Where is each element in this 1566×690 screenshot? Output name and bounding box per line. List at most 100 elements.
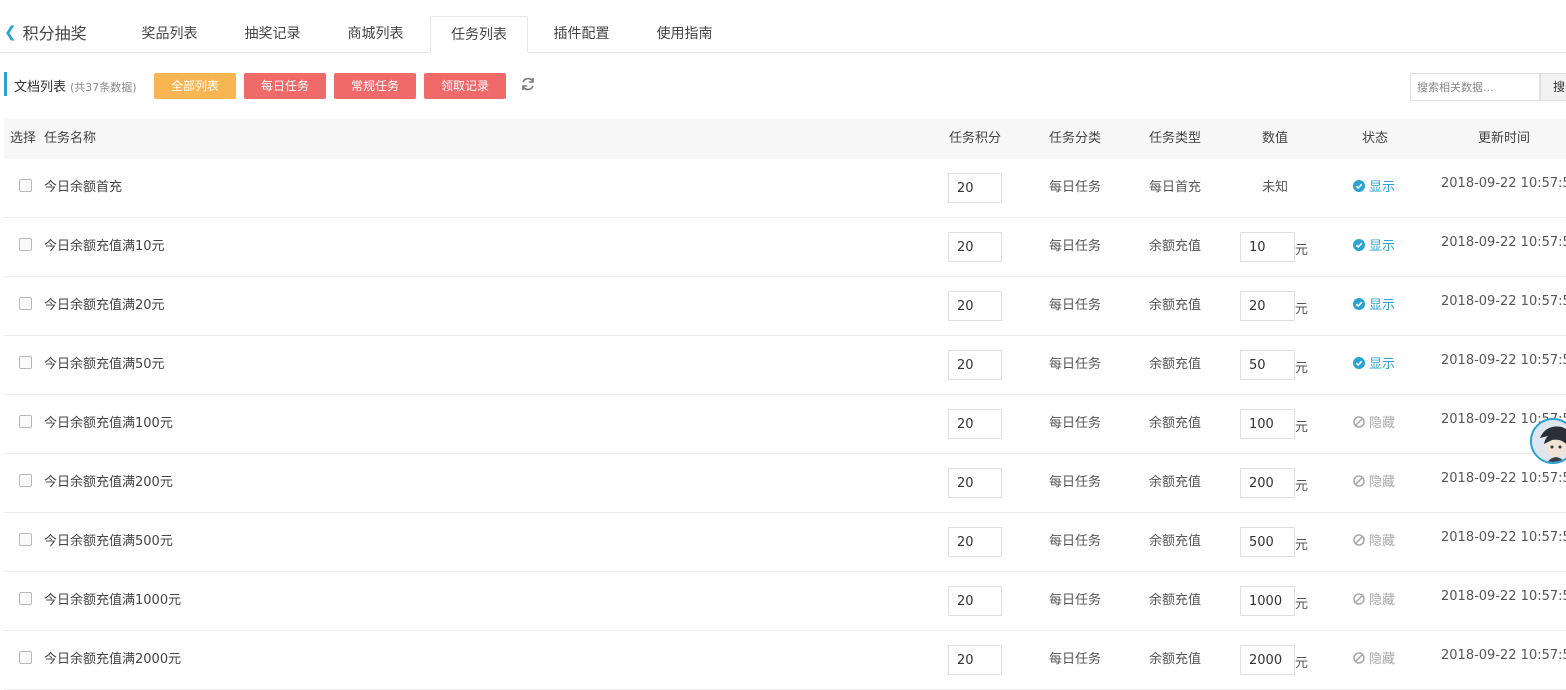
task-category: 每日任务 [1048,534,1101,549]
value-input[interactable] [1240,232,1295,262]
points-input[interactable] [948,291,1002,321]
top-nav: ❮ 积分抽奖 奖品列表 抽奖记录 商城列表 任务列表 插件配置 使用指南 [0,0,1566,53]
row-checkbox[interactable] [19,297,32,310]
row-checkbox[interactable] [19,651,32,664]
task-name: 今日余额充值满2000元 [44,652,182,667]
row-checkbox[interactable] [19,474,32,487]
task-category: 每日任务 [1048,298,1101,313]
status-label: 显示 [1369,357,1396,372]
table-row: 今日余额充值满200元 每日任务 余额充值 元 隐藏 2018-09-22 10:57:5… [4,454,1566,513]
table-row: 今日余额首充 每日任务 每日首充 未知 显示 2018-09-22 10:57:54 [4,159,1566,218]
status-label: 隐藏 [1369,416,1396,431]
header-type: 任务类型 [1148,131,1201,146]
status-toggle[interactable]: 隐藏 [1353,471,1395,490]
table-row: 今日余额充值满500元 每日任务 余额充值 元 隐藏 2018-09-22 10:57:5… [4,513,1566,572]
task-category: 每日任务 [1048,593,1101,608]
header-updated: 更新时间 [1477,131,1530,146]
tab-mall[interactable]: 商城列表 [328,16,423,52]
row-checkbox[interactable] [19,415,32,428]
value-input[interactable] [1240,291,1295,321]
updated-time: 2018-09-22 10:57:54 [1441,589,1566,604]
tab-guide[interactable]: 使用指南 [637,16,732,52]
regular-tasks-button[interactable]: 常规任务 [334,73,416,99]
points-input[interactable] [948,468,1002,498]
header-category: 任务分类 [1048,131,1101,146]
task-name: 今日余额充值满1000元 [44,593,182,608]
value-unit: 元 [1295,243,1309,258]
status-toggle[interactable]: 显示 [1353,294,1395,313]
value-input[interactable] [1240,409,1295,439]
row-checkbox[interactable] [19,356,32,369]
search-input[interactable] [1410,73,1540,101]
row-checkbox[interactable] [19,533,32,546]
check-circle-icon [1353,238,1365,251]
ban-icon [1353,651,1365,664]
row-checkbox[interactable] [19,592,32,605]
status-toggle[interactable]: 隐藏 [1353,589,1395,608]
task-category: 每日任务 [1048,357,1101,372]
status-toggle[interactable]: 显示 [1353,235,1395,254]
value-unit: 元 [1295,479,1309,494]
value-unit: 元 [1295,656,1309,671]
value-unit: 元 [1295,420,1309,435]
header-points: 任务积分 [948,131,1001,146]
avatar-icon [1532,420,1566,462]
points-input[interactable] [948,350,1002,380]
value-input[interactable] [1240,645,1295,675]
table-header: 选择 任务名称 任务积分 任务分类 任务类型 数值 状态 更新时间 [4,119,1566,159]
tab-tasks[interactable]: 任务列表 [430,16,528,53]
all-list-button[interactable]: 全部列表 [154,73,236,99]
points-input[interactable] [948,527,1002,557]
row-checkbox[interactable] [19,179,32,192]
ban-icon [1353,415,1365,428]
status-label: 隐藏 [1369,652,1396,667]
task-type: 余额充值 [1148,475,1201,490]
task-type: 余额充值 [1148,416,1201,431]
status-toggle[interactable]: 显示 [1353,353,1395,372]
status-label: 显示 [1369,298,1396,313]
ban-icon [1353,533,1365,546]
points-input[interactable] [948,232,1002,262]
value-input[interactable] [1240,468,1295,498]
updated-time: 2018-09-22 10:57:54 [1441,471,1566,486]
value-input[interactable] [1240,586,1295,616]
status-toggle[interactable]: 显示 [1353,176,1395,195]
points-input[interactable] [948,586,1002,616]
table-row: 今日余额充值满10元 每日任务 余额充值 元 显示 2018-09-22 10:57:54 [4,218,1566,277]
tab-draw-records[interactable]: 抽奖记录 [225,16,320,52]
task-name: 今日余额充值满500元 [44,534,173,549]
refresh-icon[interactable] [520,76,536,92]
check-circle-icon [1353,356,1365,369]
task-type: 余额充值 [1148,652,1201,667]
status-label: 隐藏 [1369,593,1396,608]
search-button[interactable]: 搜 [1540,73,1566,101]
points-input[interactable] [948,409,1002,439]
status-toggle[interactable]: 隐藏 [1353,412,1395,431]
check-circle-icon [1353,179,1365,192]
daily-tasks-button[interactable]: 每日任务 [244,73,326,99]
list-title-text: 文档列表 [14,80,67,95]
table-row: 今日余额充值满20元 每日任务 余额充值 元 显示 2018-09-22 10:57:54 [4,277,1566,336]
updated-time: 2018-09-22 10:57:54 [1441,176,1566,191]
row-checkbox[interactable] [19,238,32,251]
header-value: 数值 [1261,131,1288,146]
task-category: 每日任务 [1048,239,1101,254]
status-toggle[interactable]: 隐藏 [1353,648,1395,667]
claim-records-button[interactable]: 领取记录 [424,73,506,99]
value-input[interactable] [1240,527,1295,557]
tab-plugin-config[interactable]: 插件配置 [534,16,629,52]
points-input[interactable] [948,645,1002,675]
points-input[interactable] [948,173,1002,203]
status-toggle[interactable]: 隐藏 [1353,530,1395,549]
header-status: 状态 [1361,131,1388,146]
list-count: (共37条数据) [70,81,137,94]
value-input[interactable] [1240,350,1295,380]
status-label: 显示 [1369,180,1396,195]
updated-time: 2018-09-22 10:57:54 [1441,235,1566,250]
task-type: 余额充值 [1148,298,1201,313]
tab-prizes[interactable]: 奖品列表 [122,16,217,52]
task-name: 今日余额充值满20元 [44,298,165,313]
back-button[interactable]: ❮ 积分抽奖 [4,20,87,44]
table-row: 今日余额充值满50元 每日任务 余额充值 元 显示 2018-09-22 10:57:54 [4,336,1566,395]
task-type: 余额充值 [1148,357,1201,372]
